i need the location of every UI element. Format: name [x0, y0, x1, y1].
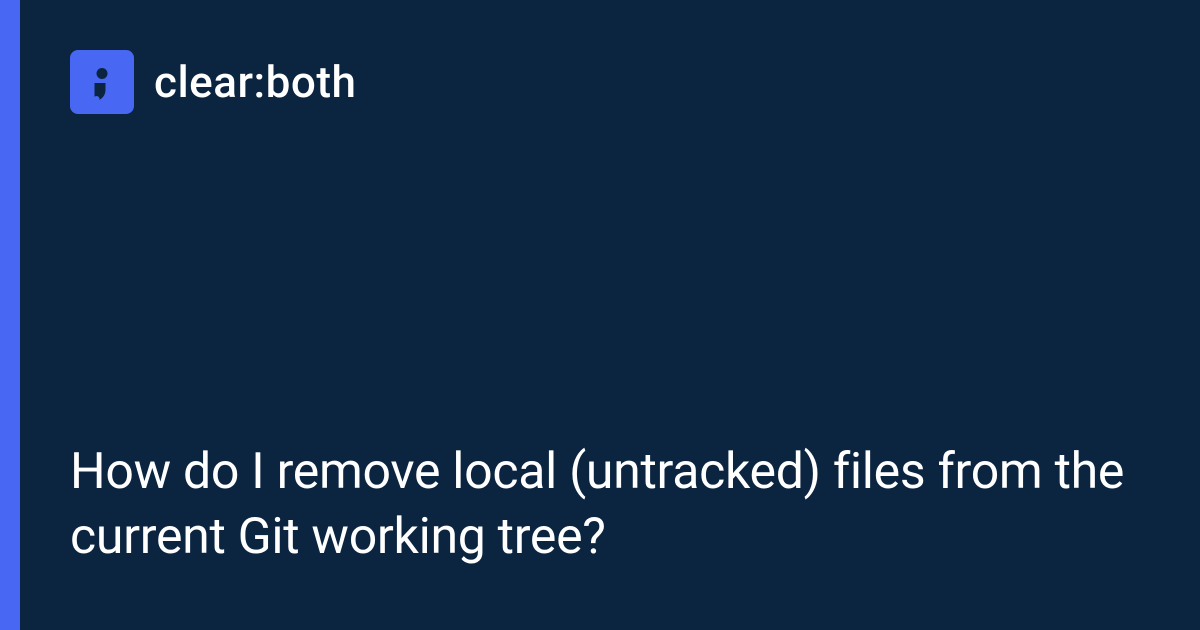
semicolon-icon	[70, 50, 134, 114]
content-area: clear:both How do I remove local (untrac…	[20, 0, 1200, 630]
logo: clear:both	[70, 50, 1140, 114]
page-title: How do I remove local (untracked) files …	[70, 440, 1140, 570]
accent-bar	[0, 0, 20, 630]
brand-name: clear:both	[154, 56, 356, 108]
